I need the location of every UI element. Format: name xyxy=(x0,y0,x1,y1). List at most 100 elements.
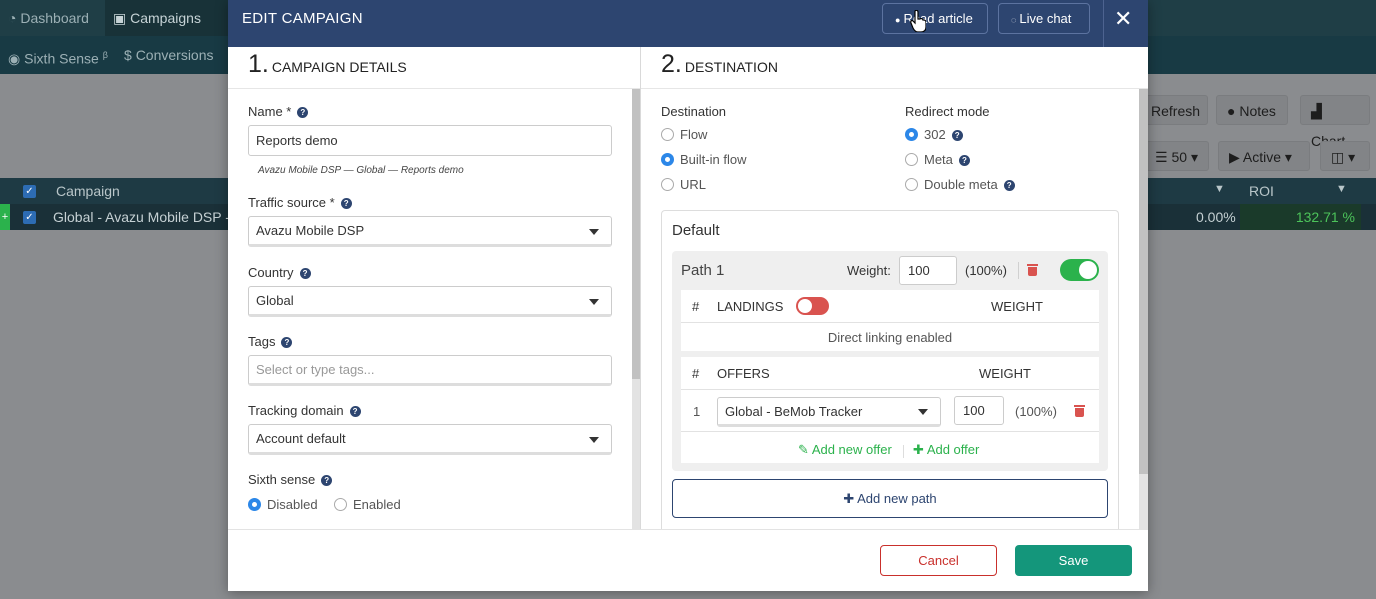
chat-icon: ◌ xyxy=(1011,15,1017,25)
filter-icon[interactable]: ▼ xyxy=(1336,183,1347,195)
cancel-button[interactable]: Cancel xyxy=(880,545,997,576)
briefcase-icon: ▣ xyxy=(113,10,127,26)
divider xyxy=(681,322,1099,323)
chart-button[interactable]: ▟ Chart xyxy=(1300,95,1370,149)
roi-value: 132.71 % xyxy=(1295,209,1355,225)
tags-label: Tags? xyxy=(248,334,293,349)
traffic-source-label: Traffic source *? xyxy=(248,195,352,210)
subnav-sixth-sense[interactable]: ◉ Sixth Sense β xyxy=(8,36,108,74)
radio-indicator xyxy=(661,128,674,141)
comment-icon: ● xyxy=(1227,103,1236,119)
country-label-text: Country xyxy=(248,265,294,280)
delete-offer-icon[interactable] xyxy=(1074,404,1085,417)
select-all-checkbox[interactable]: ✓ xyxy=(23,185,36,198)
name-input[interactable]: Reports demo xyxy=(248,125,612,156)
metric-cell: 0.00% xyxy=(1196,209,1236,225)
columns-button[interactable]: ◫ ▾ xyxy=(1320,141,1370,171)
chevron-down-icon xyxy=(589,229,599,235)
help-icon[interactable]: ? xyxy=(297,107,309,118)
divider xyxy=(903,445,904,458)
offer-index: 1 xyxy=(693,404,701,419)
status-filter-value: Active xyxy=(1242,149,1282,165)
beta-mark: β xyxy=(102,50,108,60)
refresh-button[interactable]: Refresh xyxy=(1140,95,1208,125)
radio-label: Meta xyxy=(924,152,953,167)
campaign-name-cell[interactable]: Global - Avazu Mobile DSP - Re xyxy=(53,209,252,225)
roi-column-header[interactable]: ROI xyxy=(1249,183,1274,199)
help-icon[interactable]: ? xyxy=(321,475,333,486)
page-size-value: 50 xyxy=(1171,149,1188,165)
path-enabled-toggle[interactable] xyxy=(1060,259,1099,281)
add-offer-label: Add offer xyxy=(926,442,980,457)
live-chat-button[interactable]: ◌ Live chat xyxy=(998,3,1090,34)
radio-label: 302 xyxy=(924,127,946,142)
page-size-select[interactable]: ☰ 50 ▾ xyxy=(1140,141,1209,171)
add-new-path-button[interactable]: ✚ Add new path xyxy=(672,479,1108,518)
sixth-sense-enabled-radio[interactable]: Enabled xyxy=(334,497,401,512)
offer-select[interactable]: Global - BeMob Tracker xyxy=(717,397,941,427)
nav-campaigns[interactable]: ▣ Campaigns xyxy=(105,0,230,36)
redirect-meta-radio[interactable]: Meta? xyxy=(905,152,970,167)
chevron-down-icon xyxy=(918,409,928,415)
campaign-column-header[interactable]: Campaign xyxy=(56,183,120,199)
delete-path-icon[interactable] xyxy=(1027,263,1038,276)
close-icon[interactable]: ✕ xyxy=(1114,6,1132,32)
tracking-domain-label: Tracking domain? xyxy=(248,403,361,418)
offer-weight-input[interactable]: 100 xyxy=(954,396,1004,425)
nav-dashboard[interactable]: ◔ Dashboard xyxy=(0,0,97,36)
tags-placeholder: Select or type tags... xyxy=(256,362,375,377)
tracking-domain-value: Account default xyxy=(256,431,346,446)
destination-flow-radio[interactable]: Flow xyxy=(661,127,707,142)
footer-divider xyxy=(228,529,1148,530)
live-chat-label: Live chat xyxy=(1019,11,1072,26)
tags-input[interactable]: Select or type tags... xyxy=(248,355,612,386)
radio-label: URL xyxy=(680,177,707,192)
help-icon[interactable]: ? xyxy=(340,198,352,209)
path-name: Path 1 xyxy=(681,262,725,279)
toggle-knob xyxy=(1079,261,1097,279)
tracking-domain-select[interactable]: Account default xyxy=(248,424,612,455)
help-icon[interactable]: ? xyxy=(281,337,293,348)
destination-url-radio[interactable]: URL xyxy=(661,177,706,192)
help-icon[interactable]: ? xyxy=(349,406,361,417)
country-select[interactable]: Global xyxy=(248,286,612,317)
help-icon[interactable]: ? xyxy=(958,155,970,166)
scrollbar-thumb[interactable] xyxy=(632,89,640,379)
header-divider xyxy=(1103,0,1104,47)
redirect-302-radio[interactable]: 302? xyxy=(905,127,963,142)
path-weight-input[interactable]: 100 xyxy=(899,256,957,285)
landings-toggle[interactable] xyxy=(796,297,829,315)
traffic-source-select[interactable]: Avazu Mobile DSP xyxy=(248,216,612,247)
radio-indicator xyxy=(905,153,918,166)
divider xyxy=(1018,262,1019,279)
notes-button[interactable]: ● Notes xyxy=(1216,95,1288,125)
save-button[interactable]: Save xyxy=(1015,545,1132,576)
chevron-down-icon xyxy=(589,437,599,443)
expand-icon[interactable]: + xyxy=(0,204,10,230)
row-checkbox[interactable]: ✓ xyxy=(23,211,36,224)
destination-builtin-flow-radio[interactable]: Built-in flow xyxy=(661,152,746,167)
sixth-sense-label: Sixth sense? xyxy=(248,472,333,487)
help-icon[interactable]: ? xyxy=(299,268,311,279)
help-icon[interactable]: ? xyxy=(1003,180,1015,191)
add-new-offer-label: Add new offer xyxy=(811,442,892,457)
status-filter-select[interactable]: ▶ Active ▾ xyxy=(1218,141,1310,171)
plus-icon: ✚ xyxy=(843,491,855,506)
radio-indicator xyxy=(248,498,261,511)
name-label: Name *? xyxy=(248,104,309,119)
radio-label: Double meta xyxy=(924,177,998,192)
radio-label: Disabled xyxy=(267,497,318,512)
landings-weight-header: WEIGHT xyxy=(991,299,1043,314)
read-article-button[interactable]: ● Read article xyxy=(882,3,988,34)
scrollbar-thumb[interactable] xyxy=(1139,89,1148,474)
filter-icon[interactable]: ▼ xyxy=(1214,183,1225,195)
redirect-double-meta-radio[interactable]: Double meta? xyxy=(905,177,1015,192)
destination-label: Destination xyxy=(661,104,727,119)
sixth-sense-disabled-radio[interactable]: Disabled xyxy=(248,497,318,512)
subnav-conversions[interactable]: $ Conversions xyxy=(124,36,214,74)
add-offer-link[interactable]: ✚ Add offer xyxy=(913,442,979,458)
help-icon[interactable]: ? xyxy=(951,130,963,141)
add-new-offer-link[interactable]: ✎ Add new offer xyxy=(798,442,892,458)
offer-select-value: Global - BeMob Tracker xyxy=(725,404,863,419)
direct-linking-note: Direct linking enabled xyxy=(827,330,953,345)
